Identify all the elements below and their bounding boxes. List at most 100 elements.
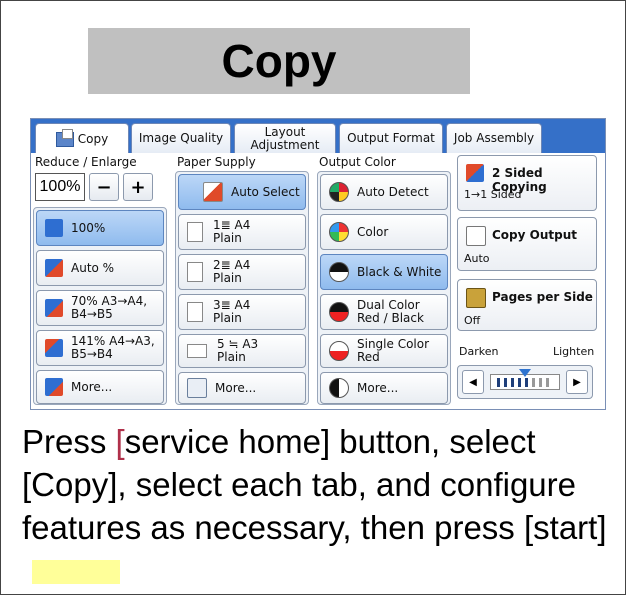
option-label: More... [357, 380, 399, 395]
option-label: 1≣ A4 Plain [213, 218, 251, 245]
paper-auto-select[interactable]: Auto Select [178, 174, 306, 210]
zoom-more-button[interactable]: More... [36, 370, 164, 404]
paper-stack-icon [187, 378, 207, 398]
color-more-button[interactable]: More... [320, 372, 448, 404]
highlight-box [32, 560, 120, 584]
more-zoom-icon [45, 378, 63, 396]
option-label: Auto % [71, 260, 115, 275]
paper-more-button[interactable]: More... [178, 372, 306, 404]
darken-label: Darken [459, 345, 499, 358]
pages-per-side-button[interactable]: Pages per Side Off [457, 279, 597, 331]
option-label: 70% A3→A4, B4→B5 [71, 294, 148, 321]
density-thumb-icon[interactable] [519, 369, 531, 377]
option-label: Auto Detect [357, 184, 429, 199]
pages-per-side-label: Pages per Side [492, 290, 593, 304]
color-icon [329, 222, 349, 242]
lighten-label: Lighten [553, 345, 595, 358]
two-sided-icon [466, 164, 484, 182]
density-tick [532, 378, 535, 387]
tray-checkbox [187, 222, 203, 242]
tab-label: Job Assembly [453, 131, 535, 145]
copy-output-label: Copy Output [492, 228, 577, 242]
output-color-options: Auto Detect Color Black & White Dual Col… [317, 171, 451, 405]
paper-supply-options: Auto Select 1≣ A4 Plain 2≣ A4 Plain 3≣ A… [175, 171, 309, 405]
zoom-value-field[interactable]: 100% [35, 173, 85, 201]
page-title: Copy [221, 35, 337, 87]
color-full-color[interactable]: Color [320, 214, 448, 250]
zoom-plus-button[interactable]: + [123, 173, 153, 201]
enlarge-icon [45, 339, 63, 357]
option-label: Dual Color Red / Black [357, 298, 424, 325]
title-banner: Copy [88, 28, 470, 94]
instruction-text: Press [service home] button, select [Cop… [22, 420, 612, 592]
auto-zoom-icon [45, 259, 63, 277]
color-dual[interactable]: Dual Color Red / Black [320, 294, 448, 330]
more-color-icon [329, 378, 349, 398]
option-label: More... [215, 380, 257, 395]
color-black-white[interactable]: Black & White [320, 254, 448, 290]
option-label: 5 ≒ A3 Plain [217, 337, 259, 364]
pages-per-side-value: Off [464, 314, 481, 327]
auto-select-icon [203, 182, 223, 202]
dual-color-icon [329, 302, 349, 322]
tab-image-quality[interactable]: Image Quality [131, 123, 231, 153]
option-label: Single Color Red [357, 337, 430, 364]
copy-output-value: Auto [464, 252, 490, 265]
copy-output-button[interactable]: Copy Output Auto [457, 217, 597, 271]
tab-content: Reduce / Enlarge 100% − + 100% Auto % 70… [31, 153, 605, 409]
paper-supply-label: Paper Supply [177, 155, 256, 169]
density-tick [546, 378, 549, 387]
copy-icon [55, 128, 74, 147]
density-tick [504, 378, 507, 387]
zoom-option-100[interactable]: 100% [36, 210, 164, 246]
option-label: More... [71, 379, 113, 394]
tab-label: Copy [77, 131, 109, 146]
output-color-label: Output Color [319, 155, 396, 169]
reduce-icon [45, 299, 63, 317]
tab-bar: Copy Image Quality Layout Adjustment Out… [31, 119, 605, 154]
paper-tray-2[interactable]: 2≣ A4 Plain [178, 254, 306, 290]
lighten-arrow-button[interactable]: ▶ [566, 370, 588, 394]
instruction-part-1: Press [22, 423, 116, 460]
tab-label: Layout Adjustment [250, 124, 320, 152]
copy-output-icon [466, 226, 486, 246]
two-sided-value: 1→1 Sided [464, 188, 522, 201]
tab-layout-adjustment[interactable]: Layout Adjustment [234, 123, 336, 153]
pages-per-side-icon [466, 288, 486, 308]
option-label: Auto Select [231, 184, 300, 199]
tab-copy[interactable]: Copy [35, 123, 129, 154]
tab-output-format[interactable]: Output Format [339, 123, 443, 153]
reduce-enlarge-options: 100% Auto % 70% A3→A4, B4→B5 141% A4→A3,… [33, 207, 167, 405]
paper-tray-1[interactable]: 1≣ A4 Plain [178, 214, 306, 250]
option-label: Color [357, 224, 389, 239]
density-tick [511, 378, 514, 387]
density-slider[interactable]: ◀ ▶ [457, 365, 593, 399]
auto-detect-icon [329, 182, 349, 202]
density-tick [539, 378, 542, 387]
density-tick [497, 378, 500, 387]
bypass-tray-icon [187, 344, 207, 358]
single-color-icon [329, 341, 349, 361]
option-label: Black & White [357, 264, 442, 279]
density-track[interactable] [490, 369, 560, 390]
copy-screen-panel: Copy Image Quality Layout Adjustment Out… [30, 118, 606, 410]
tab-label: Output Format [347, 131, 435, 145]
darken-arrow-button[interactable]: ◀ [462, 370, 484, 394]
black-white-icon [329, 262, 349, 282]
option-label: 3≣ A4 Plain [213, 298, 251, 325]
density-tick [518, 378, 521, 387]
zoom-option-141[interactable]: 141% A4→A3, B5→B4 [36, 330, 164, 366]
reduce-enlarge-label: Reduce / Enlarge [35, 155, 137, 169]
color-single[interactable]: Single Color Red [320, 334, 448, 368]
paper-tray-5[interactable]: 5 ≒ A3 Plain [178, 334, 306, 368]
tray-checkbox [187, 302, 203, 322]
zoom-option-auto[interactable]: Auto % [36, 250, 164, 286]
color-auto-detect[interactable]: Auto Detect [320, 174, 448, 210]
zoom-option-70[interactable]: 70% A3→A4, B4→B5 [36, 290, 164, 326]
two-sided-copying-button[interactable]: 2 Sided Copying 1→1 Sided [457, 155, 597, 211]
paper-tray-3[interactable]: 3≣ A4 Plain [178, 294, 306, 330]
zoom-minus-button[interactable]: − [89, 173, 119, 201]
density-tick [525, 378, 528, 387]
option-label: 100% [71, 220, 106, 235]
tab-job-assembly[interactable]: Job Assembly [446, 123, 542, 153]
